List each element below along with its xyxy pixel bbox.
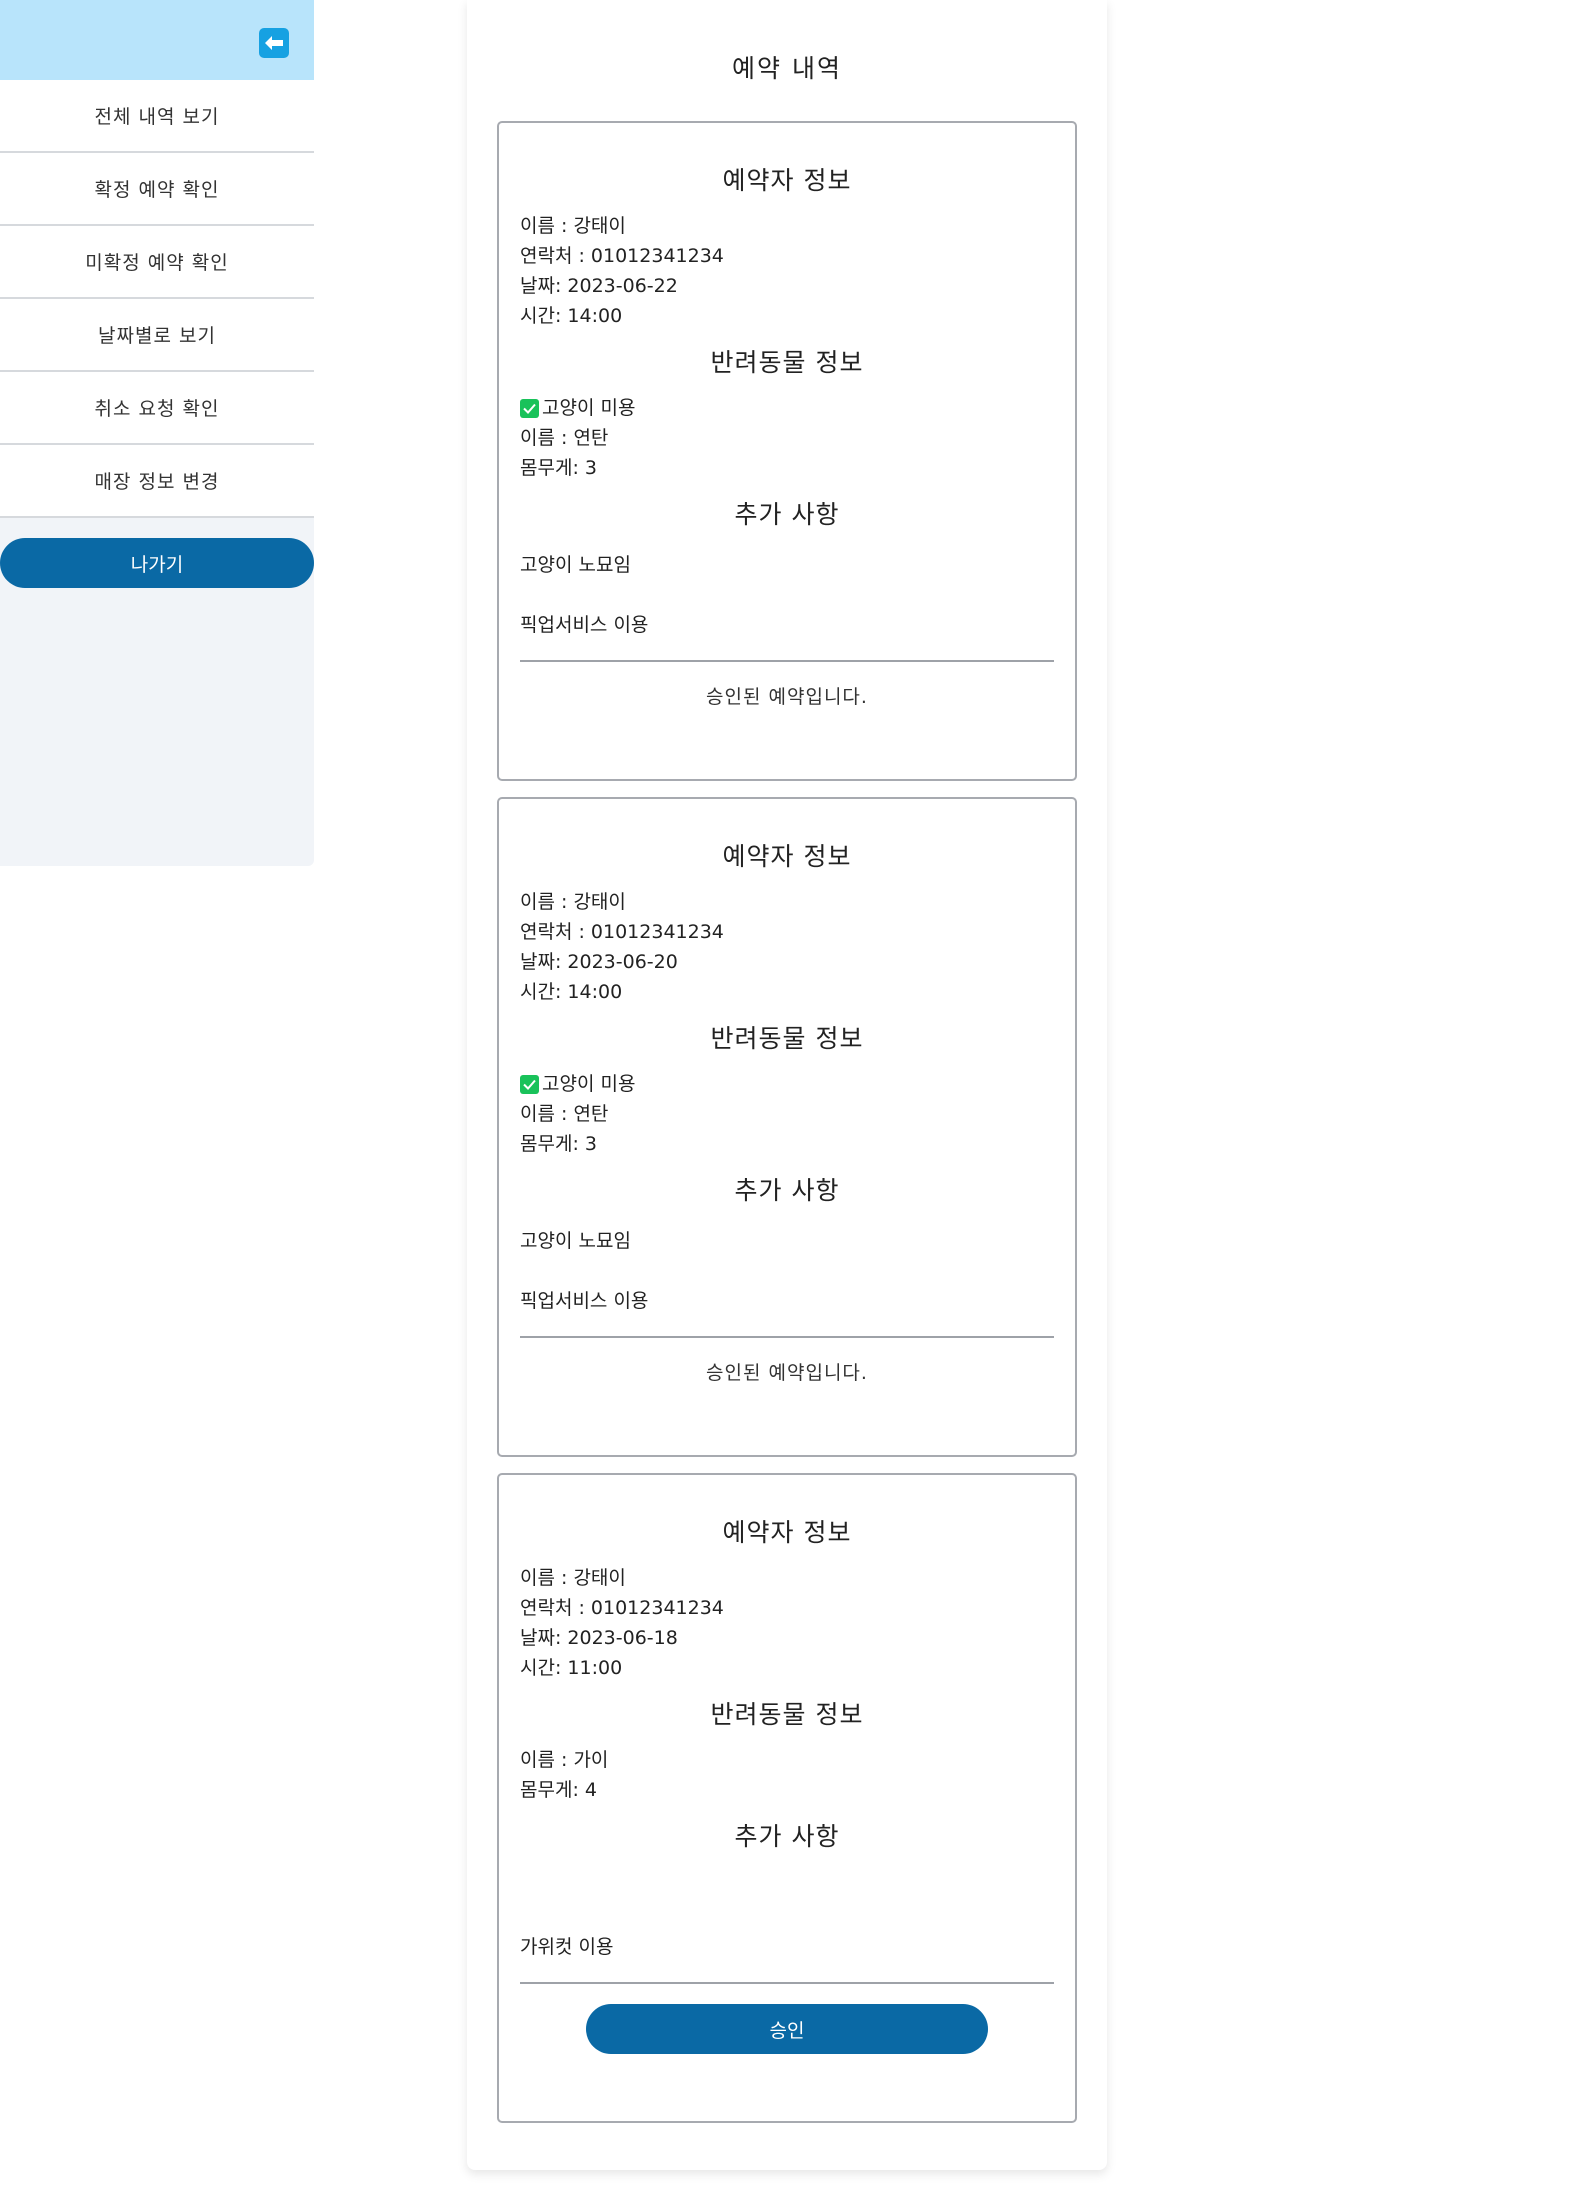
sidebar-item-unconfirmed[interactable]: 미확정 예약 확인	[0, 226, 314, 299]
sidebar-item-confirmed[interactable]: 확정 예약 확인	[0, 153, 314, 226]
extra-info-title: 추가 사항	[734, 1822, 840, 1851]
reservation-card: 예약자 정보 이름 : 강태이 연락처 : 01012341234 날짜: 20…	[497, 1473, 1077, 2123]
service-item: 고양이 미용	[520, 1069, 1054, 1099]
sidebar-item-all[interactable]: 전체 내역 보기	[0, 80, 314, 153]
sidebar-item-label: 확정 예약 확인	[94, 179, 220, 201]
reserver-info-title: 예약자 정보	[722, 842, 852, 871]
pet-info-title: 반려동물 정보	[710, 1024, 864, 1053]
reserver-phone: 연락처 : 01012341234	[520, 1597, 724, 1619]
divider	[520, 1336, 1054, 1338]
sidebar-item-cancel-requests[interactable]: 취소 요청 확인	[0, 372, 314, 445]
reservation-date: 날짜: 2023-06-22	[520, 275, 678, 297]
approve-button[interactable]: 승인	[586, 2004, 988, 2054]
extra-service: 가위컷 이용	[520, 1936, 614, 1958]
service-item: 고양이 미용	[520, 393, 1054, 423]
status-text: 승인된 예약입니다.	[706, 686, 868, 708]
extra-service: 픽업서비스 이용	[520, 614, 649, 636]
reserver-phone: 연락처 : 01012341234	[520, 921, 724, 943]
reservation-card: 예약자 정보 이름 : 강태이 연락처 : 01012341234 날짜: 20…	[497, 797, 1077, 1457]
pet-info-title: 반려동물 정보	[710, 348, 864, 377]
reservation-date: 날짜: 2023-06-18	[520, 1627, 678, 1649]
reservation-card: 예약자 정보 이름 : 강태이 연락처 : 01012341234 날짜: 20…	[497, 121, 1077, 781]
reserver-name: 이름 : 강태이	[520, 215, 626, 237]
check-icon	[520, 398, 539, 418]
reserver-info-title: 예약자 정보	[722, 166, 852, 195]
status-text: 승인된 예약입니다.	[706, 1362, 868, 1384]
sidebar-item-store-info[interactable]: 매장 정보 변경	[0, 445, 314, 518]
reservation-time: 시간: 14:00	[520, 305, 623, 327]
arrow-left-icon	[265, 36, 283, 50]
page-title: 예약 내역	[732, 54, 842, 83]
extra-info-title: 추가 사항	[734, 500, 840, 529]
sidebar-item-label: 날짜별로 보기	[98, 325, 216, 347]
service-label: 고양이 미용	[542, 1073, 636, 1095]
check-icon	[520, 1074, 539, 1094]
sidebar-item-label: 취소 요청 확인	[94, 398, 220, 420]
pet-weight: 몸무게: 3	[520, 457, 597, 479]
sidebar-item-label: 전체 내역 보기	[94, 106, 220, 128]
divider	[520, 660, 1054, 662]
extra-info-title: 추가 사항	[734, 1176, 840, 1205]
service-label: 고양이 미용	[542, 397, 636, 419]
pet-name: 이름 : 가이	[520, 1749, 609, 1771]
reserver-name: 이름 : 강태이	[520, 1567, 626, 1589]
sidebar-nav: 전체 내역 보기 확정 예약 확인 미확정 예약 확인 날짜별로 보기 취소 요…	[0, 80, 314, 518]
reservation-list: 예약자 정보 이름 : 강태이 연락처 : 01012341234 날짜: 20…	[497, 121, 1077, 2139]
extra-service: 픽업서비스 이용	[520, 1290, 649, 1312]
reservation-time: 시간: 11:00	[520, 1657, 623, 1679]
sidebar-item-by-date[interactable]: 날짜별로 보기	[0, 299, 314, 372]
pet-weight: 몸무게: 3	[520, 1133, 597, 1155]
reservation-panel: 예약 내역 예약자 정보 이름 : 강태이 연락처 : 01012341234 …	[467, 0, 1107, 2170]
extra-note: 고양이 노묘임	[520, 554, 631, 576]
sidebar-item-label: 미확정 예약 확인	[85, 252, 229, 274]
reserver-phone: 연락처 : 01012341234	[520, 245, 724, 267]
reserver-info-title: 예약자 정보	[722, 1518, 852, 1547]
pet-weight: 몸무게: 4	[520, 1779, 597, 1801]
pet-name: 이름 : 연탄	[520, 1103, 609, 1125]
sidebar-header	[0, 0, 314, 80]
reserver-name: 이름 : 강태이	[520, 891, 626, 913]
back-button[interactable]	[259, 28, 289, 58]
pet-name: 이름 : 연탄	[520, 427, 609, 449]
pet-info-title: 반려동물 정보	[710, 1700, 864, 1729]
reservation-time: 시간: 14:00	[520, 981, 623, 1003]
extra-note: 고양이 노묘임	[520, 1230, 631, 1252]
exit-button[interactable]: 나가기	[0, 538, 314, 588]
sidebar: 전체 내역 보기 확정 예약 확인 미확정 예약 확인 날짜별로 보기 취소 요…	[0, 0, 314, 866]
reservation-date: 날짜: 2023-06-20	[520, 951, 678, 973]
sidebar-item-label: 매장 정보 변경	[94, 471, 220, 493]
